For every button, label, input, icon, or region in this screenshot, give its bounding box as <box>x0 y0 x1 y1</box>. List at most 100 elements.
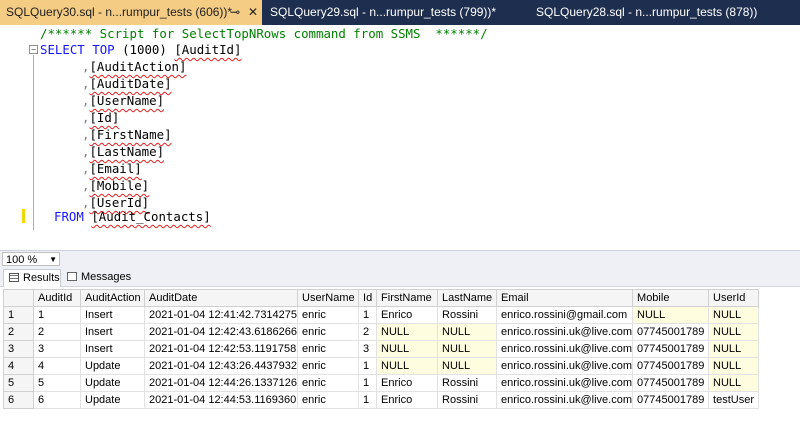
table-cell[interactable]: 2 <box>33 323 81 341</box>
column-header[interactable]: AuditDate <box>143 289 299 307</box>
table-cell[interactable]: enric <box>297 323 360 341</box>
table-row[interactable]: 4 4 Update 2021-01-04 12:43:26.4437932 enric… <box>3 357 760 375</box>
tab-sqlquery28[interactable]: SQLQuery28.sql - n...rumpur_tests (878)) <box>530 0 800 25</box>
row-number[interactable]: 5 <box>3 374 34 392</box>
table-cell[interactable]: Rossini <box>437 306 498 324</box>
tab-sqlquery29[interactable]: SQLQuery29.sql - n...rumpur_tests (799))… <box>264 0 526 25</box>
table-cell[interactable]: Rossini <box>437 391 498 409</box>
row-number[interactable]: 2 <box>3 323 34 341</box>
column-header[interactable]: AuditId <box>33 289 81 307</box>
table-cell[interactable]: NULL <box>437 357 498 375</box>
table-cell[interactable]: enric <box>297 374 360 392</box>
table-cell[interactable]: NULL <box>708 374 760 392</box>
table-cell[interactable]: 1 <box>33 306 81 324</box>
table-cell[interactable]: 1 <box>358 306 378 324</box>
tab-results[interactable]: Results <box>3 269 61 287</box>
column-header[interactable]: UserId <box>708 289 760 307</box>
table-cell[interactable]: 1 <box>358 374 378 392</box>
table-cell[interactable]: Insert <box>80 340 145 358</box>
table-cell[interactable]: NULL <box>708 357 760 375</box>
zoom-dropdown[interactable]: 100 % ▼ <box>2 252 60 266</box>
column-header[interactable]: Id <box>358 289 378 307</box>
table-cell[interactable]: 07745001789 <box>632 323 710 341</box>
table-cell[interactable]: 2021-01-04 12:44:53.1169360 <box>143 391 299 409</box>
table-cell[interactable]: NULL <box>708 306 760 324</box>
table-cell[interactable]: Update <box>80 374 145 392</box>
table-cell[interactable]: 2 <box>358 323 378 341</box>
column-name: [Id] <box>89 110 120 125</box>
table-cell[interactable]: enric <box>297 306 360 324</box>
table-cell[interactable]: Insert <box>80 323 145 341</box>
row-number[interactable]: 4 <box>3 357 34 375</box>
table-cell[interactable]: 1 <box>358 357 378 375</box>
table-cell[interactable]: 1 <box>358 391 378 409</box>
query-editor[interactable]: − /****** Script for SelectTopNRows comm… <box>0 25 800 250</box>
column-header[interactable]: Email <box>496 289 634 307</box>
table-row[interactable]: 1 1 Insert 2021-01-04 12:41:42.7314275 enric… <box>3 306 760 324</box>
table-cell[interactable]: NULL <box>708 323 760 341</box>
table-cell[interactable]: 2021-01-04 12:42:53.1191758 <box>143 340 299 358</box>
table-cell[interactable]: 4 <box>33 357 81 375</box>
table-cell[interactable]: NULL <box>376 323 439 341</box>
pin-icon[interactable]: ⊸ <box>230 0 240 25</box>
results-tab-bar: Results Messages <box>0 267 800 287</box>
table-cell[interactable]: enrico.rossini.uk@live.com <box>496 357 634 375</box>
table-cell[interactable]: 2021-01-04 12:42:43.6186266 <box>143 323 299 341</box>
tab-sqlquery30[interactable]: SQLQuery30.sql - n...rumpur_tests (606))… <box>0 0 262 25</box>
table-cell[interactable]: 3 <box>358 340 378 358</box>
table-row[interactable]: 2 2 Insert 2021-01-04 12:42:43.6186266 enric… <box>3 323 760 341</box>
row-number[interactable]: 6 <box>3 391 34 409</box>
results-grid[interactable]: AuditId AuditAction AuditDate UserName I… <box>0 287 800 431</box>
table-cell[interactable]: enrico.rossini.uk@live.com <box>496 391 634 409</box>
table-cell[interactable]: 07745001789 <box>632 340 710 358</box>
table-row[interactable]: 5 5 Update 2021-01-04 12:44:26.1337126 enric… <box>3 374 760 392</box>
document-tab-bar: SQLQuery30.sql - n...rumpur_tests (606))… <box>0 0 800 25</box>
table-cell[interactable]: Enrico <box>376 391 439 409</box>
column-header[interactable]: FirstName <box>376 289 439 307</box>
message-icon <box>67 272 77 281</box>
table-cell[interactable]: NULL <box>376 357 439 375</box>
zoom-value: 100 % <box>6 254 38 266</box>
table-cell[interactable]: NULL <box>437 340 498 358</box>
table-cell[interactable]: 07745001789 <box>632 391 710 409</box>
table-cell[interactable]: 6 <box>33 391 81 409</box>
table-row[interactable]: 3 3 Insert 2021-01-04 12:42:53.1191758 enric… <box>3 340 760 358</box>
table-cell[interactable]: 3 <box>33 340 81 358</box>
table-cell[interactable]: Enrico <box>376 374 439 392</box>
grid-icon <box>9 273 19 282</box>
table-cell[interactable]: 2021-01-04 12:43:26.4437932 <box>143 357 299 375</box>
column-header[interactable]: AuditAction <box>80 289 145 307</box>
table-cell[interactable]: Update <box>80 357 145 375</box>
table-cell[interactable]: testUser <box>708 391 760 409</box>
table-cell[interactable]: Update <box>80 391 145 409</box>
table-cell[interactable]: 5 <box>33 374 81 392</box>
row-number[interactable]: 1 <box>3 306 34 324</box>
table-cell[interactable]: NULL <box>632 306 710 324</box>
table-cell[interactable]: NULL <box>437 323 498 341</box>
table-cell[interactable]: enrico.rossini.uk@live.com <box>496 323 634 341</box>
table-cell[interactable]: NULL <box>708 340 760 358</box>
tab-messages[interactable]: Messages <box>62 269 132 287</box>
table-cell[interactable]: enrico.rossini.uk@live.com <box>496 340 634 358</box>
table-cell[interactable]: enrico.rossini@gmail.com <box>496 306 634 324</box>
column-header[interactable]: UserName <box>297 289 360 307</box>
row-number[interactable]: 3 <box>3 340 34 358</box>
table-cell[interactable]: 07745001789 <box>632 374 710 392</box>
table-cell[interactable]: 2021-01-04 12:44:26.1337126 <box>143 374 299 392</box>
column-header[interactable]: Mobile <box>632 289 710 307</box>
table-cell[interactable]: 2021-01-04 12:41:42.7314275 <box>143 306 299 324</box>
table-row[interactable]: 6 6 Update 2021-01-04 12:44:53.1169360 enric… <box>3 391 760 409</box>
table-cell[interactable]: NULL <box>376 340 439 358</box>
table-cell[interactable]: enric <box>297 391 360 409</box>
table-cell[interactable]: enric <box>297 357 360 375</box>
table-cell[interactable]: enrico.rossini.uk@live.com <box>496 374 634 392</box>
column-header[interactable]: LastName <box>437 289 498 307</box>
table-cell[interactable]: Enrico <box>376 306 439 324</box>
close-icon[interactable]: ✕ <box>248 0 258 25</box>
table-cell[interactable]: enric <box>297 340 360 358</box>
table-cell[interactable]: Rossini <box>437 374 498 392</box>
table-cell[interactable]: Insert <box>80 306 145 324</box>
table-cell[interactable]: 07745001789 <box>632 357 710 375</box>
top-keyword: TOP <box>92 42 115 57</box>
collapse-icon[interactable]: − <box>29 45 38 54</box>
